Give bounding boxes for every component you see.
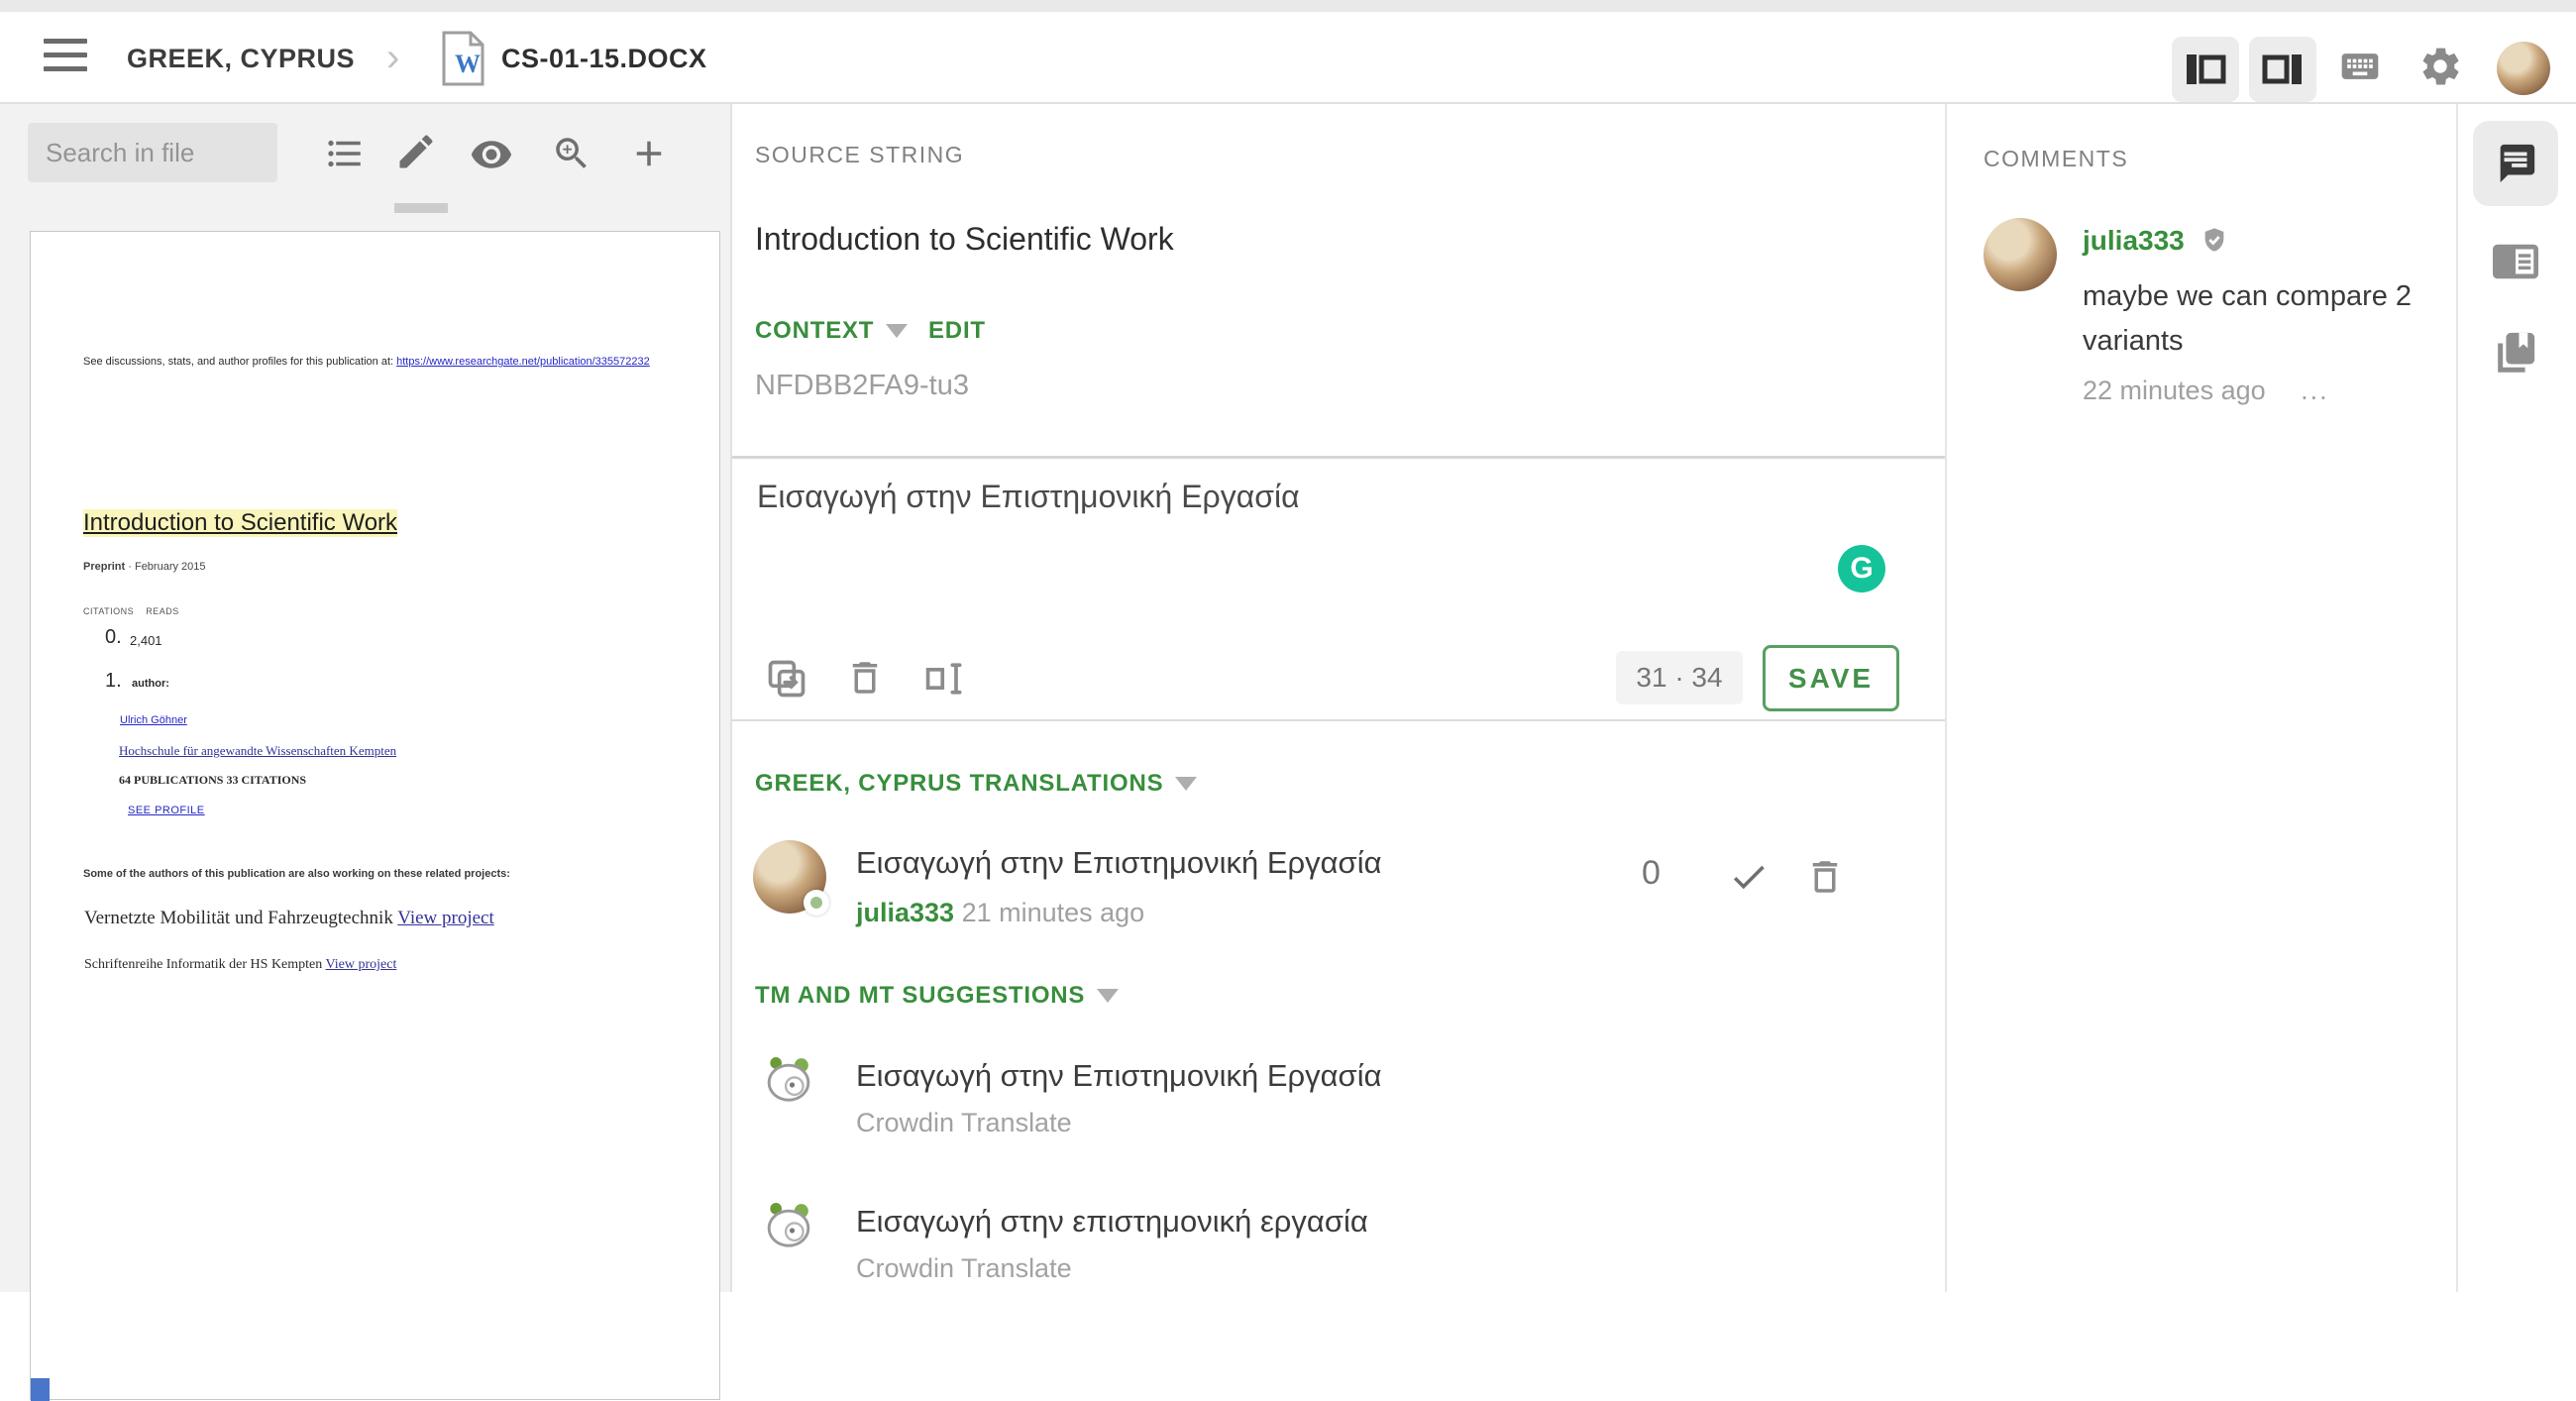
document-preview-page: See discussions, stats, and author profi… [30,231,720,1401]
svg-text:W: W [455,50,481,78]
zoom-in-icon[interactable] [551,133,592,174]
chevron-down-icon [886,324,909,338]
suggestion-row[interactable]: Εισαγωγή στην Επιστημονική Εργασία Crowd… [732,1040,1945,1159]
terminology-tab-icon[interactable] [2493,330,2538,382]
doc-see-line: See discussions, stats, and author profi… [83,356,394,368]
active-tool-underline [394,203,448,213]
doc-see-profile-link[interactable]: SEE PROFILE [128,805,205,816]
char-counter: 31 · 34 [1616,651,1743,704]
approve-check-icon[interactable] [1728,856,1770,903]
select-text-cursor-icon[interactable] [923,657,967,705]
suggestion-text: Εισαγωγή στην επιστημονική εργασία [856,1204,1368,1239]
doc-project1-link[interactable]: View project [397,908,494,928]
edit-context-button[interactable]: EDIT [928,317,986,345]
translation-author[interactable]: julia333 [856,898,954,927]
settings-gear-icon[interactable] [2417,44,2463,94]
comments-tab-icon[interactable] [2493,141,2538,191]
doc-figure-fragment [31,1378,50,1401]
strings-list-icon[interactable] [324,133,366,174]
add-string-plus-icon[interactable] [628,133,670,174]
suggestion-source: Crowdin Translate [856,1253,1072,1283]
suggestion-text: Εισαγωγή στην Επιστημονική Εργασία [856,1058,1382,1093]
doc-author-stats: 64 PUBLICATIONS 33 CITATIONS [119,773,307,787]
doc-author-link[interactable]: Ulrich Göhner [120,714,187,726]
doc-title-highlighted[interactable]: Introduction to Scientific Work [83,509,398,537]
suggestions-header-label: TM AND MT SUGGESTIONS [755,982,1086,1009]
comment-item: julia333 maybe we can compare 2 variants… [1947,215,2456,512]
doc-citations-label: CITATIONS [83,606,135,616]
translation-row[interactable]: Εισαγωγή στην Επιστημονική Εργασία julia… [732,832,1945,941]
layout-right-panel-button[interactable] [2249,37,2316,102]
window-top-strip [0,0,2576,12]
doc-preprint-label: Preprint [83,561,126,573]
hamburger-menu-icon[interactable] [44,39,87,76]
chevron-down-icon [1175,777,1198,791]
translate-mode-pencil-icon[interactable] [394,130,436,171]
doc-preprint-date: · February 2015 [128,561,206,573]
layout-left-icon [2187,54,2226,84]
doc-related-intro: Some of the authors of this publication … [83,868,510,880]
comment-author-avatar[interactable] [1984,218,2057,291]
clear-translation-trash-icon[interactable] [844,657,886,703]
translation-input[interactable]: Εισαγωγή στην Επιστημονική Εργασία [757,479,1847,515]
search-input[interactable] [28,123,277,182]
crowdin-translate-panda-icon [761,1196,816,1256]
comment-author[interactable]: julia333 [2083,225,2185,256]
doc-affiliation-link[interactable]: Hochschule für angewandte Wissenschaften… [119,743,396,759]
context-value: NFDBB2FA9-tu3 [755,370,969,401]
comment-text: maybe we can compare 2 variants [2083,280,2413,357]
right-toolbar [2458,104,2576,1292]
verified-shield-icon [2200,226,2228,261]
comment-time: 22 minutes ago [2083,376,2266,405]
keyboard-shortcuts-icon[interactable] [2334,45,2386,93]
doc-project1-title: Vernetzte Mobilität und Fahrzeugtechnik [84,908,393,928]
doc-publication-link[interactable]: https://www.researchgate.net/publication… [396,356,650,368]
layout-left-panel-button[interactable] [2172,37,2239,102]
delete-translation-trash-icon[interactable] [1804,856,1846,903]
context-dropdown[interactable]: CONTEXT [755,317,909,345]
layout-right-icon [2262,54,2302,84]
translations-header-label: GREEK, CYPRUS TRANSLATIONS [755,770,1164,797]
translation-time: 21 minutes ago [961,898,1145,927]
source-text: Introduction to Scientific Work [755,221,1174,257]
doc-list-num-1: 1. [105,670,122,692]
comment-more-button[interactable]: ... [2301,376,2329,405]
doc-reads-value: 2,401 [130,633,162,648]
context-info-tab-icon[interactable] [2491,239,2540,289]
context-label: CONTEXT [755,317,875,344]
preview-eye-icon[interactable] [470,133,512,174]
doc-author-label: author: [132,678,169,690]
comments-panel: COMMENTS julia333 maybe we can compare 2… [1947,104,2456,1292]
file-name[interactable]: CS-01-15.DOCX [501,44,707,74]
suggestions-section-header[interactable]: TM AND MT SUGGESTIONS [755,982,1120,1010]
translations-section-header[interactable]: GREEK, CYPRUS TRANSLATIONS [755,770,1198,798]
toolbar-bottom-divider [732,719,1945,721]
crowdin-translate-panda-icon [761,1050,816,1111]
save-button[interactable]: SAVE [1763,645,1899,711]
comments-header: COMMENTS [1984,146,2129,171]
suggestion-source: Crowdin Translate [856,1108,1072,1137]
suggestion-row[interactable]: Εισαγωγή στην επιστημονική εργασία Crowd… [732,1186,1945,1305]
translation-row-text: Εισαγωγή στην Επιστημονική Εργασία [856,845,1382,880]
word-file-icon: W [440,30,485,92]
doc-project2-link[interactable]: View project [326,957,397,972]
vote-count: 0 [1642,854,1661,892]
source-string-header: SOURCE STRING [755,142,965,167]
grammarly-icon[interactable]: G [1838,545,1885,593]
chevron-down-icon [1097,989,1120,1003]
copy-source-icon[interactable] [765,657,808,705]
chevron-right-icon: › [386,36,400,79]
file-preview-panel: See discussions, stats, and author profi… [0,104,730,1401]
user-avatar[interactable] [2497,42,2550,95]
doc-reads-label: READS [146,606,179,616]
editor-top-divider [732,456,1945,459]
translator-badge [804,890,829,916]
doc-project2-title: Schriftenreihe Informatik der HS Kempten [84,957,323,972]
doc-list-num-0: 0. [105,626,122,648]
source-string-panel: SOURCE STRING Introduction to Scientific… [732,104,2216,1292]
breadcrumb[interactable]: GREEK, CYPRUS [127,44,355,74]
top-bar: GREEK, CYPRUS › W CS-01-15.DOCX [0,12,2576,103]
